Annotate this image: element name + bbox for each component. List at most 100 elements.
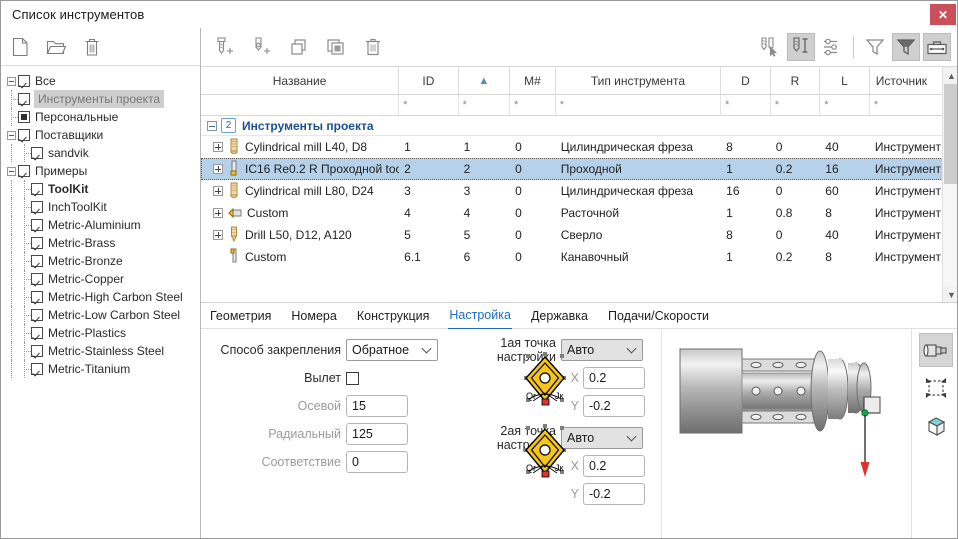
fit-view-icon[interactable]	[919, 371, 953, 405]
holder-view-icon[interactable]	[919, 333, 953, 367]
tree-checkbox[interactable]	[18, 93, 30, 105]
axial-input[interactable]: 15	[346, 395, 408, 417]
delete-icon[interactable]	[359, 33, 387, 61]
tree-checkbox[interactable]	[31, 201, 43, 213]
overhang-checkbox[interactable]	[346, 372, 359, 385]
toolbox-icon[interactable]	[923, 33, 951, 61]
tree-node-14[interactable]: Metric-Plastics	[5, 324, 200, 342]
tree-node-11[interactable]: Metric-Copper	[5, 270, 200, 288]
tree-checkbox[interactable]	[31, 327, 43, 339]
mount-method-select[interactable]: Обратное	[346, 339, 438, 361]
copy-icon[interactable]	[285, 33, 313, 61]
tree-checkbox[interactable]	[31, 183, 43, 195]
match-input[interactable]: 0	[346, 451, 408, 473]
point2-x-input[interactable]: 0.2	[583, 455, 645, 477]
tree-checkbox[interactable]	[31, 345, 43, 357]
measure-tool-icon[interactable]	[787, 33, 815, 61]
tree-node-8[interactable]: Metric-Aluminium	[5, 216, 200, 234]
tree-expander[interactable]	[5, 162, 18, 180]
grid-group-row[interactable]: 2 Инструменты проекта	[201, 116, 958, 136]
tree-node-root[interactable]: Все	[5, 72, 200, 90]
tree-node-7[interactable]: InchToolKit	[5, 198, 200, 216]
tab-3[interactable]: Конструкция	[356, 303, 431, 329]
grid-filter-cell[interactable]: *	[771, 95, 821, 115]
point1-y-input[interactable]: -0.2	[583, 395, 645, 417]
grid-filter-cell[interactable]: *	[721, 95, 771, 115]
box-view-icon[interactable]	[919, 409, 953, 443]
point2-y-input[interactable]: -0.2	[583, 483, 645, 505]
tree-checkbox[interactable]	[31, 147, 43, 159]
add-mill-tool-icon[interactable]	[211, 33, 239, 61]
tree-node-16[interactable]: Metric-Titanium	[5, 360, 200, 378]
table-row[interactable]: IC16 Re0.2 R Проходной tool220Проходной1…	[201, 158, 958, 180]
tree-node-15[interactable]: Metric-Stainless Steel	[5, 342, 200, 360]
scroll-up-arrow[interactable]: ▲	[943, 67, 958, 84]
tree-node-2[interactable]: Персональные	[5, 108, 200, 126]
insert-preview-point1[interactable]: Qr Jк	[511, 349, 581, 414]
filter-filled-icon[interactable]	[892, 33, 920, 61]
trash-icon[interactable]	[79, 34, 105, 60]
checkbox-root[interactable]	[18, 75, 30, 87]
grid-filter-cell[interactable]: *	[459, 95, 511, 115]
table-row[interactable]: Drill L50, D12, A120550Сверло8040Инструм…	[201, 224, 958, 246]
tree-checkbox[interactable]	[18, 111, 30, 123]
point1-x-input[interactable]: 0.2	[583, 367, 645, 389]
grid-column-header[interactable]: L	[820, 67, 870, 95]
grid-filter-cell[interactable]: *	[399, 95, 458, 115]
select-tool-icon[interactable]	[756, 33, 784, 61]
insert-preview-point2[interactable]: Qr Jк	[511, 421, 581, 486]
grid-column-header[interactable]: Название	[201, 67, 399, 95]
tab-2[interactable]: Номера	[290, 303, 337, 329]
tree-checkbox[interactable]	[31, 273, 43, 285]
new-file-icon[interactable]	[7, 34, 33, 60]
tree-checkbox[interactable]	[18, 165, 30, 177]
radial-input[interactable]: 125	[346, 423, 408, 445]
tree-checkbox[interactable]	[31, 219, 43, 231]
tree-node-10[interactable]: Metric-Bronze	[5, 252, 200, 270]
tab-1[interactable]: Геометрия	[209, 303, 272, 329]
table-row[interactable]: Custom6.160Канавочный10.28Инструмент…	[201, 246, 958, 268]
grid-filter-cell[interactable]: *	[820, 95, 870, 115]
tree-checkbox[interactable]	[31, 291, 43, 303]
scroll-thumb[interactable]	[944, 84, 958, 184]
tree-node-3[interactable]: Поставщики	[5, 126, 200, 144]
tab-5[interactable]: Державка	[530, 303, 589, 329]
grid-filter-cell[interactable]: *	[556, 95, 721, 115]
settings-sliders-icon[interactable]	[818, 33, 846, 61]
tree-expander[interactable]	[5, 126, 18, 144]
tab-6[interactable]: Подачи/Скорости	[607, 303, 710, 329]
duplicate-icon[interactable]	[322, 33, 350, 61]
filter-outline-icon[interactable]	[861, 33, 889, 61]
grid-vertical-scrollbar[interactable]: ▲ ▼	[942, 67, 958, 303]
tree-node-9[interactable]: Metric-Brass	[5, 234, 200, 252]
table-row[interactable]: Cylindrical mill L80, D24330Цилиндрическ…	[201, 180, 958, 202]
grid-column-header[interactable]: M#	[510, 67, 556, 95]
grid-column-header[interactable]: ▲	[459, 67, 511, 95]
open-folder-icon[interactable]	[43, 34, 69, 60]
scroll-down-arrow[interactable]: ▼	[943, 286, 958, 303]
grid-filter-cell[interactable]: *	[510, 95, 556, 115]
close-button[interactable]: ✕	[930, 4, 956, 25]
tree-checkbox[interactable]	[31, 363, 43, 375]
row-expander[interactable]	[213, 208, 223, 218]
table-row[interactable]: Custom440Расточной10.88Инструмент…	[201, 202, 958, 224]
grid-filter-cell[interactable]	[201, 95, 399, 115]
add-turn-tool-icon[interactable]	[248, 33, 276, 61]
group-expander[interactable]	[207, 121, 217, 131]
tree-checkbox[interactable]	[31, 237, 43, 249]
table-row[interactable]: Cylindrical mill L40, D8110Цилиндрическа…	[201, 136, 958, 158]
grid-column-header[interactable]: R	[771, 67, 821, 95]
tree-node-12[interactable]: Metric-High Carbon Steel	[5, 288, 200, 306]
tree-node-4[interactable]: sandvik	[5, 144, 200, 162]
tree-node-6[interactable]: ToolKit	[5, 180, 200, 198]
tree-node-5[interactable]: Примеры	[5, 162, 200, 180]
tree-checkbox[interactable]	[18, 129, 30, 141]
grid-column-header[interactable]: ID	[399, 67, 458, 95]
tool-3d-preview[interactable]	[661, 329, 911, 539]
row-expander[interactable]	[213, 230, 223, 240]
row-expander[interactable]	[213, 164, 223, 174]
row-expander[interactable]	[213, 186, 223, 196]
tree-node-1[interactable]: Инструменты проекта	[5, 90, 200, 108]
tree-node-13[interactable]: Metric-Low Carbon Steel	[5, 306, 200, 324]
tree-checkbox[interactable]	[31, 255, 43, 267]
